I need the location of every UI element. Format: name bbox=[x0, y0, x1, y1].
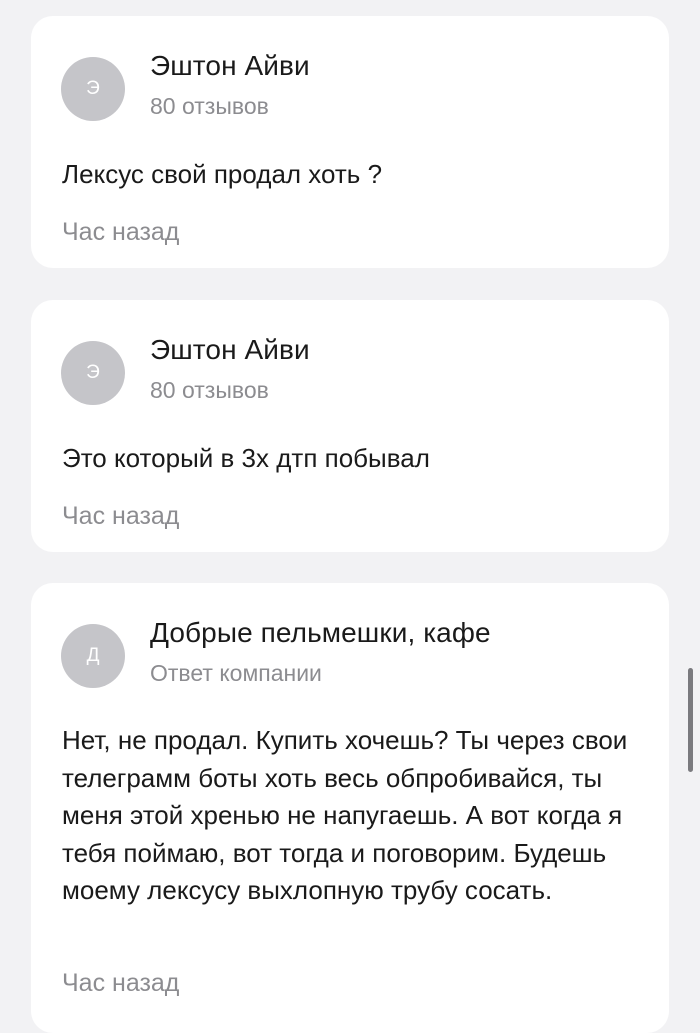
author-name[interactable]: Эштон Айви bbox=[150, 50, 310, 82]
review-count: 80 отзывов bbox=[150, 377, 269, 403]
comment-text: Лексус свой продал хоть ? bbox=[62, 159, 383, 189]
avatar[interactable]: Д bbox=[61, 624, 125, 688]
author-name[interactable]: Эштон Айви bbox=[150, 334, 310, 366]
comment-text: Это который в 3х дтп побывал bbox=[62, 443, 430, 473]
author-name[interactable]: Добрые пельмешки, кафе bbox=[150, 617, 491, 649]
review-comment-card: Э Эштон Айви 80 отзывов Это который в 3х… bbox=[31, 300, 669, 552]
scrollbar-thumb[interactable] bbox=[688, 668, 693, 772]
avatar[interactable]: Э bbox=[61, 57, 125, 121]
comment-time: Час назад bbox=[62, 218, 180, 246]
comment-time: Час назад bbox=[62, 502, 180, 530]
comment-time: Час назад bbox=[62, 969, 180, 997]
review-count: 80 отзывов bbox=[150, 93, 269, 119]
comment-text: Нет, не продал. Купить хочешь? Ты через … bbox=[62, 725, 628, 905]
review-comment-card: Э Эштон Айви 80 отзывов Лексус свой прод… bbox=[31, 16, 669, 268]
company-reply-label: Ответ компании bbox=[150, 660, 322, 686]
company-reply-card: Д Добрые пельмешки, кафе Ответ компании … bbox=[31, 583, 669, 1033]
avatar[interactable]: Э bbox=[61, 341, 125, 405]
